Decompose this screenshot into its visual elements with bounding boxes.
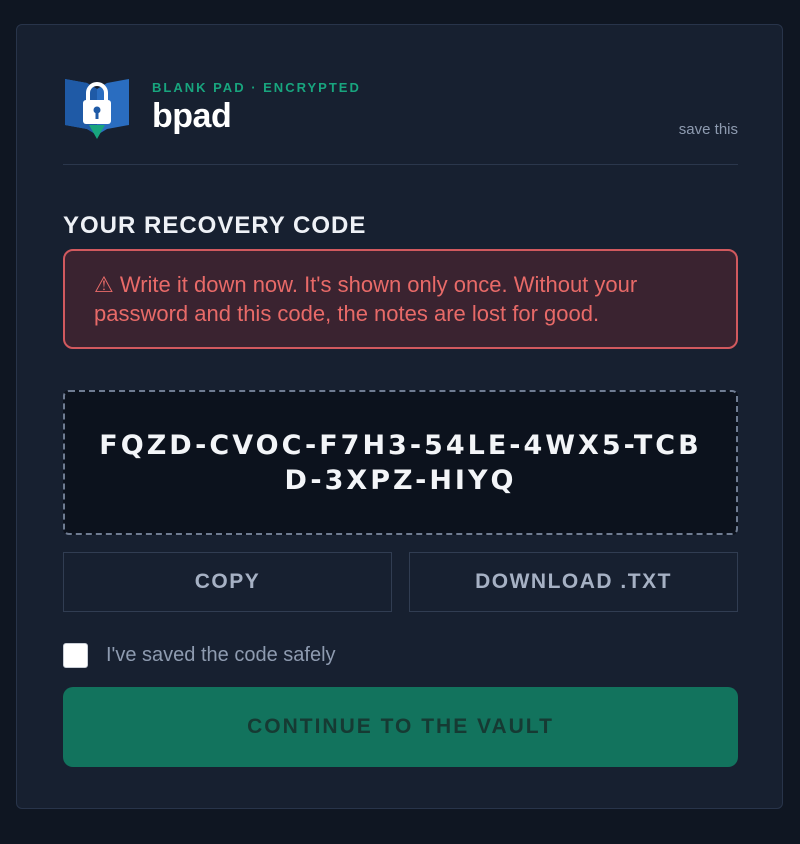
- recovery-card: BLANK PAD · ENCRYPTED bpad save this YOU…: [16, 24, 783, 809]
- recovery-title: YOUR RECOVERY CODE: [63, 212, 367, 239]
- saved-checkbox-label[interactable]: I've saved the code safely: [106, 644, 336, 667]
- brand-name: bpad: [152, 97, 232, 135]
- warning-banner: ⚠ Write it down now. It's shown only onc…: [63, 249, 738, 349]
- header-divider: [63, 164, 738, 165]
- padlock-book-icon: [65, 79, 129, 139]
- save-this-link[interactable]: save this: [679, 121, 738, 138]
- continue-button[interactable]: CONTINUE TO THE VAULT: [63, 687, 738, 767]
- download-txt-button[interactable]: DOWNLOAD .TXT: [409, 552, 738, 612]
- brand-subtitle: BLANK PAD · ENCRYPTED: [152, 80, 361, 95]
- copy-button[interactable]: COPY: [63, 552, 392, 612]
- recovery-code: FQZD-CVOC-F7H3-54LE-4WX5-TCBD-3XPZ-HIYQ: [99, 429, 702, 496]
- recovery-code-box: FQZD-CVOC-F7H3-54LE-4WX5-TCBD-3XPZ-HIYQ: [63, 390, 738, 535]
- header: BLANK PAD · ENCRYPTED bpad save this: [63, 71, 738, 166]
- saved-checkbox[interactable]: [63, 642, 88, 668]
- saved-confirmation-row[interactable]: I've saved the code safely: [63, 642, 336, 668]
